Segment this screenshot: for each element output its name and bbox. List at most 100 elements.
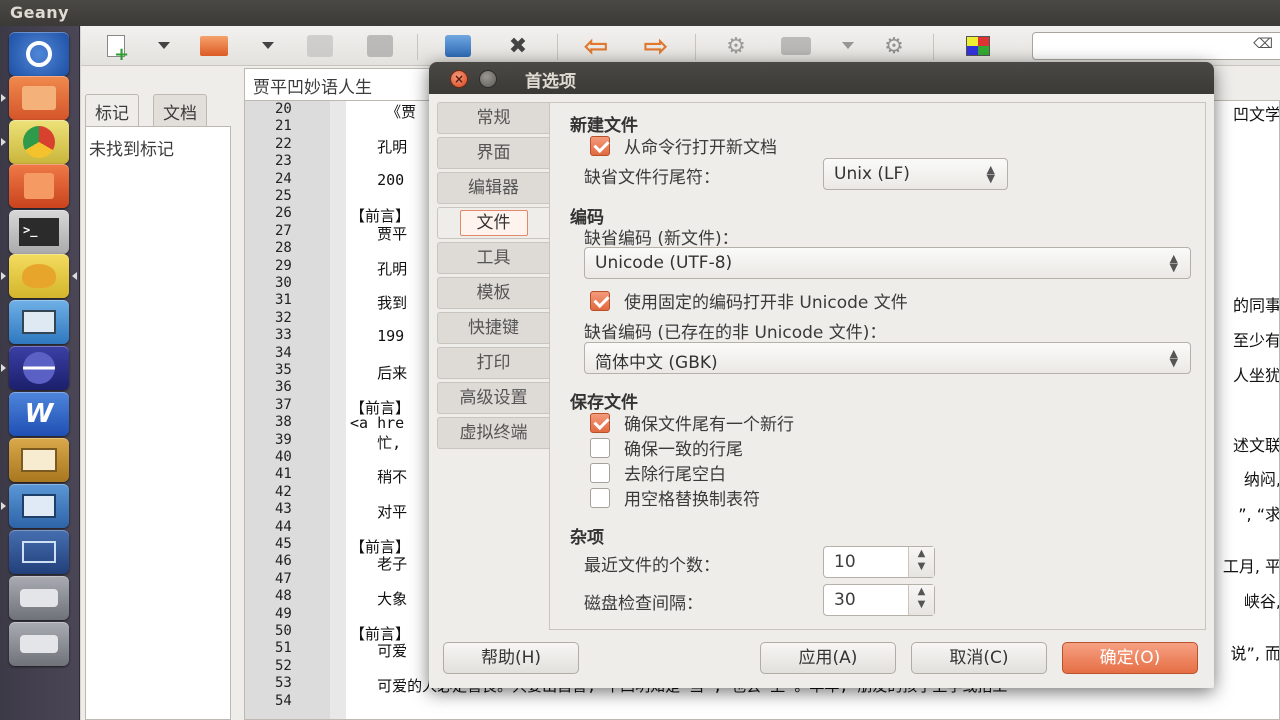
dialog-close-button[interactable]: × <box>450 70 468 88</box>
open-new-doc-checkbox[interactable] <box>590 136 610 156</box>
open-file-dropdown[interactable] <box>262 42 274 49</box>
replace-tabs-checkbox[interactable] <box>590 488 610 508</box>
default-eol-select[interactable]: Unix (LF) ▲ ▼ <box>823 158 1008 190</box>
launcher-drive-2[interactable] <box>9 622 69 666</box>
tab-label: 文件 <box>459 210 528 236</box>
ok-button[interactable]: 确定(O) <box>1062 642 1198 674</box>
tab-files[interactable]: 文件 <box>437 207 549 239</box>
code-line-tail: ”, “求 <box>1238 505 1280 525</box>
code-line: 忙, <box>350 433 402 452</box>
launcher-workspaces[interactable] <box>9 530 69 574</box>
arrow-left-icon: ⇦ <box>583 28 609 64</box>
clear-search-icon[interactable]: ⌫ <box>1253 36 1273 52</box>
launcher-files[interactable] <box>9 76 69 120</box>
help-button[interactable]: 帮助(H) <box>443 642 579 674</box>
save-all-icon <box>367 35 393 57</box>
ensure-newline-checkbox[interactable] <box>590 413 610 433</box>
tab-interface[interactable]: 界面 <box>437 137 549 169</box>
tab-symbols[interactable]: 标记 <box>85 94 139 126</box>
cancel-button[interactable]: 取消(C) <box>911 642 1047 674</box>
code-line: 大象 <box>350 590 408 609</box>
tab-general[interactable]: 常规 <box>437 102 549 134</box>
new-file-button[interactable]: + <box>99 32 133 64</box>
default-encoding-existing-select[interactable]: 简体中文 (GBK) ▲ ▼ <box>584 342 1191 374</box>
use-fixed-encoding-checkbox[interactable] <box>590 291 610 311</box>
execute-button[interactable]: ⚙ <box>877 32 911 60</box>
dash-button[interactable] <box>9 32 69 76</box>
tab-printing[interactable]: 打印 <box>437 347 549 379</box>
code-line: 孔明 <box>350 259 408 278</box>
launcher-chrome[interactable] <box>9 120 69 164</box>
tab-symbols-label: 标记 <box>95 104 129 124</box>
launcher-system-monitor[interactable] <box>9 484 69 528</box>
search-input[interactable]: ⌫ <box>1032 32 1280 60</box>
build-icon <box>781 37 811 55</box>
spinner-arrows-icon[interactable]: ▲ ▼ <box>908 547 934 577</box>
back-button[interactable]: ⇦ <box>579 29 613 64</box>
launcher-wps-writer[interactable]: W <box>9 392 69 436</box>
disk-check-value: 30 <box>834 590 856 610</box>
launcher-geany[interactable] <box>9 254 69 298</box>
build-button[interactable] <box>779 32 813 60</box>
default-encoding-new-select[interactable]: Unicode (UTF-8) ▲ ▼ <box>584 247 1191 279</box>
dialog-minimize-button[interactable] <box>479 70 497 88</box>
tab-templates[interactable]: 模板 <box>437 277 549 309</box>
save-icon <box>307 35 333 57</box>
code-line-tail: 工月, 平 <box>1222 557 1280 577</box>
recent-files-spinner[interactable]: 10 ▲ ▼ <box>823 546 935 578</box>
default-eol-label: 缺省文件行尾符： <box>584 168 720 188</box>
app-name: Geany <box>10 3 70 22</box>
default-encoding-existing-value: 简体中文 (GBK) <box>595 353 718 373</box>
code-line: 贾平 <box>350 224 408 243</box>
save-button[interactable] <box>303 32 337 60</box>
reload-button[interactable] <box>441 32 475 60</box>
code-line: 对平 <box>350 503 408 522</box>
ok-button-label: 确定(O) <box>1099 648 1161 668</box>
tab-keybindings[interactable]: 快捷键 <box>437 312 549 344</box>
misc-heading: 杂项 <box>570 528 604 548</box>
launcher-eclipse[interactable] <box>9 346 69 390</box>
top-panel: Geany <box>0 0 1280 26</box>
tab-terminal[interactable]: 虚拟终端 <box>437 417 549 449</box>
chrome-icon <box>23 126 55 158</box>
save-all-button[interactable] <box>363 32 397 60</box>
open-file-button[interactable] <box>197 32 231 60</box>
symbols-list[interactable]: 未找到标记 <box>85 126 231 720</box>
running-indicator <box>1 502 6 510</box>
launcher-software-center[interactable] <box>9 164 69 208</box>
color-chooser-button[interactable] <box>961 32 995 60</box>
launcher-terminal[interactable]: >_ <box>9 210 69 254</box>
ubuntu-logo-icon <box>26 41 52 67</box>
code-line-tail: 的同事 <box>1232 296 1280 316</box>
new-file-dropdown[interactable] <box>158 42 170 49</box>
compile-button[interactable]: ⚙ <box>719 32 753 60</box>
toolbar-separator <box>695 34 696 60</box>
tab-label: 虚拟终端 <box>459 423 528 443</box>
close-icon: ✖ <box>508 33 528 59</box>
disk-check-spinner[interactable]: 30 ▲ ▼ <box>823 584 935 616</box>
forward-button[interactable]: ⇨ <box>639 29 673 64</box>
tab-documents[interactable]: 文档 <box>153 94 207 126</box>
tab-various[interactable]: 高级设置 <box>437 382 549 414</box>
eclipse-icon <box>23 352 55 384</box>
spinner-arrows-icon[interactable]: ▲ ▼ <box>908 585 934 615</box>
recent-files-value: 10 <box>834 552 856 572</box>
tab-documents-label: 文档 <box>163 104 197 124</box>
tab-label: 模板 <box>476 283 511 303</box>
files-panel: 新建文件 从命令行打开新文档 缺省文件行尾符： Unix (LF) ▲ ▼ 编码 … <box>549 102 1206 630</box>
editor-file-tab[interactable]: 贾平凹妙语人生 <box>244 68 444 100</box>
launcher-dictionary[interactable] <box>9 438 69 482</box>
help-button-label: 帮助(H) <box>480 648 542 668</box>
launcher-drive-1[interactable] <box>9 576 69 620</box>
strip-trailing-checkbox[interactable] <box>590 463 610 483</box>
consistent-eol-checkbox[interactable] <box>590 438 610 458</box>
close-button[interactable]: ✖ <box>501 32 535 60</box>
strip-trailing-label: 去除行尾空白 <box>624 465 726 485</box>
launcher-remote-desktop[interactable] <box>9 300 69 344</box>
build-dropdown[interactable] <box>842 42 854 49</box>
tab-editor[interactable]: 编辑器 <box>437 172 549 204</box>
tab-label: 界面 <box>476 143 511 163</box>
replace-tabs-label: 用空格替换制表符 <box>624 490 760 510</box>
apply-button[interactable]: 应用(A) <box>760 642 896 674</box>
tab-tools[interactable]: 工具 <box>437 242 549 274</box>
